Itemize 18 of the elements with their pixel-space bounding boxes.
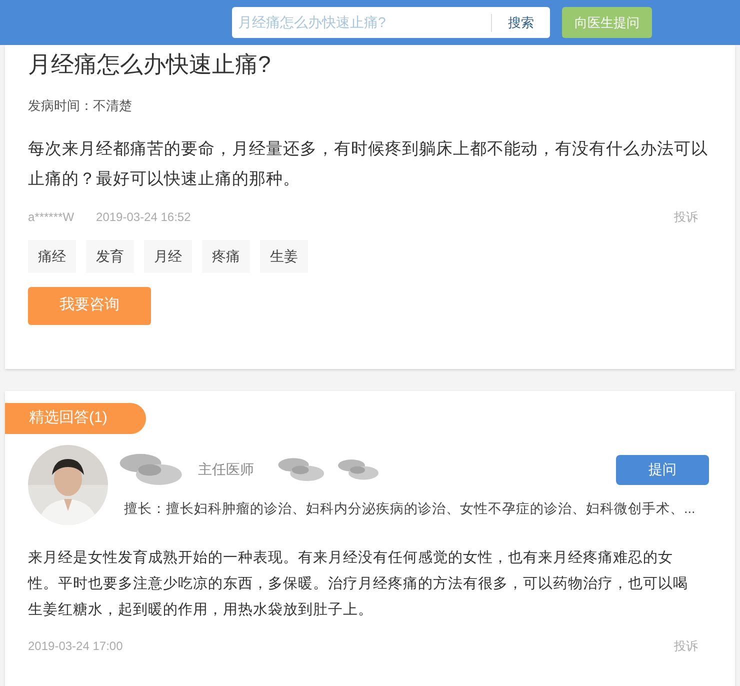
tag[interactable]: 月经 <box>144 240 192 272</box>
question-title: 月经痛怎么办快速止痛? <box>28 50 272 79</box>
tag[interactable]: 疼痛 <box>202 240 250 272</box>
post-time: 2019-03-24 16:52 <box>96 208 191 226</box>
specialty-text: 擅长：擅长妇科肿瘤的诊治、妇科内分泌疾病的诊治、女性不孕症的诊治、妇科微创手术、... <box>124 500 696 518</box>
doctor-title: 主任医师 <box>198 460 254 479</box>
answer-text: 来月经是女性发育成熟开始的一种表现。有来月经没有任何感觉的女性，也有来月经疼痛难忍的女性。平时也要多注意少吃凉的东西，多保暖。治疗月经疼痛的方法有很多，可以药物治疗，也可以喝生姜红糖水，起到暖的作用，用热水袋放到肚子上。 <box>28 548 689 620</box>
onset-time: 发病时间：不清楚 <box>28 97 133 115</box>
search-button[interactable]: 搜索 <box>492 12 550 32</box>
ask-button[interactable]: 提问 <box>616 454 709 484</box>
answer-time: 2019-03-24 17:00 <box>28 638 123 654</box>
question-text: 每次来月经都痛苦的要命，月经量还多，有时候疼到躺床上都不能动，有没有什么办法可以止痛的？最好可以快速止痛的那种。 <box>28 138 709 190</box>
user-name: a******W <box>28 208 74 226</box>
tag[interactable]: 生姜 <box>260 240 308 272</box>
section-heading: 精选回答(1) <box>5 402 146 434</box>
search-field[interactable]: 月经痛怎么办快速止痛? 搜索 <box>232 7 550 38</box>
tag[interactable]: 痛经 <box>28 240 76 272</box>
tag[interactable]: 发育 <box>86 240 134 272</box>
